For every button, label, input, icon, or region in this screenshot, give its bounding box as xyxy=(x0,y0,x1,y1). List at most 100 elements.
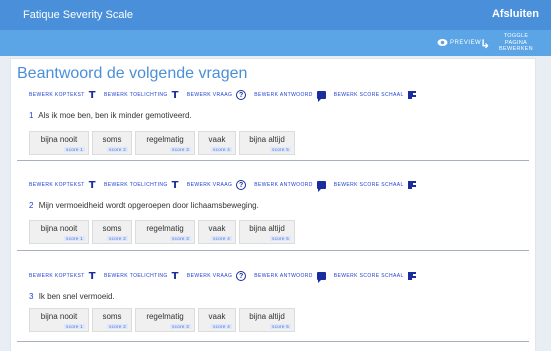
score-badge: score 1 xyxy=(64,236,85,241)
chat-bubble-icon xyxy=(316,91,326,102)
option-label: bijna nooit xyxy=(40,224,78,233)
edit-header-button[interactable]: BEWERK KOPTEKST T xyxy=(29,180,96,191)
edit-question-button[interactable]: BEWERK VRAAG ? xyxy=(186,180,247,190)
option-button[interactable]: soms score 2 xyxy=(92,308,132,332)
edit-explanation-button[interactable]: BEWERK TOELICHTING T xyxy=(104,90,179,101)
option-label: bijna nooit xyxy=(40,135,78,144)
option-label: regelmatig xyxy=(146,135,184,144)
question-mark-icon: ? xyxy=(236,180,247,190)
option-button[interactable]: bijna altijd score 5 xyxy=(239,308,295,332)
list-icon xyxy=(407,180,416,190)
edit-question-label: BEWERK VRAAG xyxy=(186,92,233,98)
edit-explanation-label: BEWERK TOELICHTING xyxy=(103,273,168,279)
option-label: vaak xyxy=(208,224,226,233)
score-badge: score 3 xyxy=(170,324,191,329)
edit-scale-label: BEWERK SCORE SCHAAL xyxy=(333,182,404,188)
edit-header-label: BEWERK KOPTEKST xyxy=(29,273,85,279)
option-label: soms xyxy=(102,224,122,233)
edit-answer-button[interactable]: BEWERK ANTWOORD xyxy=(254,181,326,192)
option-button[interactable]: bijna nooit score 1 xyxy=(29,220,89,244)
option-label: bijna altijd xyxy=(249,224,285,233)
score-badge: score 3 xyxy=(170,236,191,241)
edit-explanation-button[interactable]: BEWERK TOELICHTING T xyxy=(104,271,179,282)
divider xyxy=(17,250,529,251)
edit-scale-label: BEWERK SCORE SCHAAL xyxy=(333,273,404,279)
toggle-edit-button[interactable]: TOGGLE PAGINA BEWERKEN xyxy=(496,33,536,53)
preview-button[interactable]: PREVIEW xyxy=(437,38,481,47)
option-button[interactable]: bijna nooit score 1 xyxy=(29,131,89,155)
edit-header-button[interactable]: BEWERK KOPTEKST T xyxy=(29,90,96,101)
app-header: Fatique Severity Scale Afsluiten xyxy=(0,0,551,30)
option-button[interactable]: vaak score 4 xyxy=(198,308,236,332)
edit-answer-button[interactable]: BEWERK ANTWOORD xyxy=(254,272,326,283)
question-text: 2 Mijn vermoeidheid wordt opgeroepen doo… xyxy=(29,201,259,210)
chat-bubble-icon xyxy=(316,181,326,192)
score-badge: score 3 xyxy=(170,147,191,152)
close-button[interactable]: Afsluiten xyxy=(492,8,539,20)
option-button[interactable]: regelmatig score 3 xyxy=(135,220,195,244)
edit-scale-button[interactable]: BEWERK SCORE SCHAAL xyxy=(334,90,416,100)
option-label: soms xyxy=(102,312,122,321)
edit-explanation-button[interactable]: BEWERK TOELICHTING T xyxy=(104,180,179,191)
score-badge: score 1 xyxy=(64,324,85,329)
option-label: vaak xyxy=(208,312,226,321)
edit-scale-button[interactable]: BEWERK SCORE SCHAAL xyxy=(334,271,416,281)
score-badge: score 2 xyxy=(107,236,128,241)
answer-options: bijna nooit score 1 soms score 2 regelmati… xyxy=(29,131,295,155)
question-label: Mijn vermoeidheid wordt opgeroepen door … xyxy=(38,201,259,210)
edit-question-label: BEWERK VRAAG xyxy=(186,273,233,279)
app-title: Fatique Severity Scale xyxy=(23,9,134,21)
edit-question-button[interactable]: BEWERK VRAAG ? xyxy=(186,271,247,281)
option-label: regelmatig xyxy=(146,312,184,321)
edit-answer-label: BEWERK ANTWOORD xyxy=(254,92,313,98)
option-button[interactable]: bijna altijd score 5 xyxy=(239,220,295,244)
option-button[interactable]: vaak score 4 xyxy=(198,220,236,244)
edit-subbar: PREVIEW ↳ TOGGLE PAGINA BEWERKEN xyxy=(0,30,551,56)
edit-answer-label: BEWERK ANTWOORD xyxy=(254,182,313,188)
text-format-icon: T xyxy=(171,89,179,101)
option-button[interactable]: bijna nooit score 1 xyxy=(29,308,89,332)
question-card: Beantwoord de volgende vragen BEWERK KOP… xyxy=(10,58,536,351)
edit-answer-button[interactable]: BEWERK ANTWOORD xyxy=(254,91,326,102)
eye-icon xyxy=(437,39,448,46)
option-label: soms xyxy=(102,135,122,144)
text-format-icon: T xyxy=(88,270,96,282)
option-button[interactable]: regelmatig score 3 xyxy=(135,308,195,332)
divider xyxy=(17,341,529,342)
edit-scale-label: BEWERK SCORE SCHAAL xyxy=(333,92,404,98)
text-format-icon: T xyxy=(171,270,179,282)
option-button[interactable]: soms score 2 xyxy=(92,131,132,155)
edit-scale-button[interactable]: BEWERK SCORE SCHAAL xyxy=(334,180,416,190)
score-badge: score 4 xyxy=(211,147,232,152)
option-button[interactable]: bijna altijd score 5 xyxy=(239,131,295,155)
edit-question-label: BEWERK VRAAG xyxy=(186,182,233,188)
score-badge: score 5 xyxy=(270,324,291,329)
divider xyxy=(17,160,529,161)
edit-question-button[interactable]: BEWERK VRAAG ? xyxy=(186,90,247,100)
page-title: Beantwoord de volgende vragen xyxy=(17,65,248,82)
question-label: Als ik moe ben, ben ik minder gemotiveer… xyxy=(38,111,192,120)
question-mark-icon: ? xyxy=(236,271,247,281)
edit-header-button[interactable]: BEWERK KOPTEKST T xyxy=(29,271,96,282)
edit-explanation-label: BEWERK TOELICHTING xyxy=(103,92,168,98)
list-icon xyxy=(407,90,416,100)
edit-toolbar: BEWERK KOPTEKST T BEWERK TOELICHTING T B… xyxy=(29,270,424,283)
option-label: regelmatig xyxy=(146,224,184,233)
option-button[interactable]: soms score 2 xyxy=(92,220,132,244)
answer-options: bijna nooit score 1 soms score 2 regelmati… xyxy=(29,220,295,244)
question-number: 2 xyxy=(29,201,34,210)
option-button[interactable]: vaak score 4 xyxy=(198,131,236,155)
question-number: 1 xyxy=(29,111,34,120)
edit-toolbar: BEWERK KOPTEKST T BEWERK TOELICHTING T B… xyxy=(29,89,424,102)
toggle-arrow-icon: ↳ xyxy=(480,37,491,51)
edit-header-label: BEWERK KOPTEKST xyxy=(29,92,85,98)
option-button[interactable]: regelmatig score 3 xyxy=(135,131,195,155)
score-badge: score 2 xyxy=(107,147,128,152)
question-text: 1 Als ik moe ben, ben ik minder gemotive… xyxy=(29,111,192,120)
edit-explanation-label: BEWERK TOELICHTING xyxy=(103,182,168,188)
question-text: 3 Ik ben snel vermoeid. xyxy=(29,292,115,301)
score-badge: score 5 xyxy=(270,236,291,241)
option-label: bijna nooit xyxy=(40,312,78,321)
score-badge: score 5 xyxy=(270,147,291,152)
edit-header-label: BEWERK KOPTEKST xyxy=(29,182,85,188)
